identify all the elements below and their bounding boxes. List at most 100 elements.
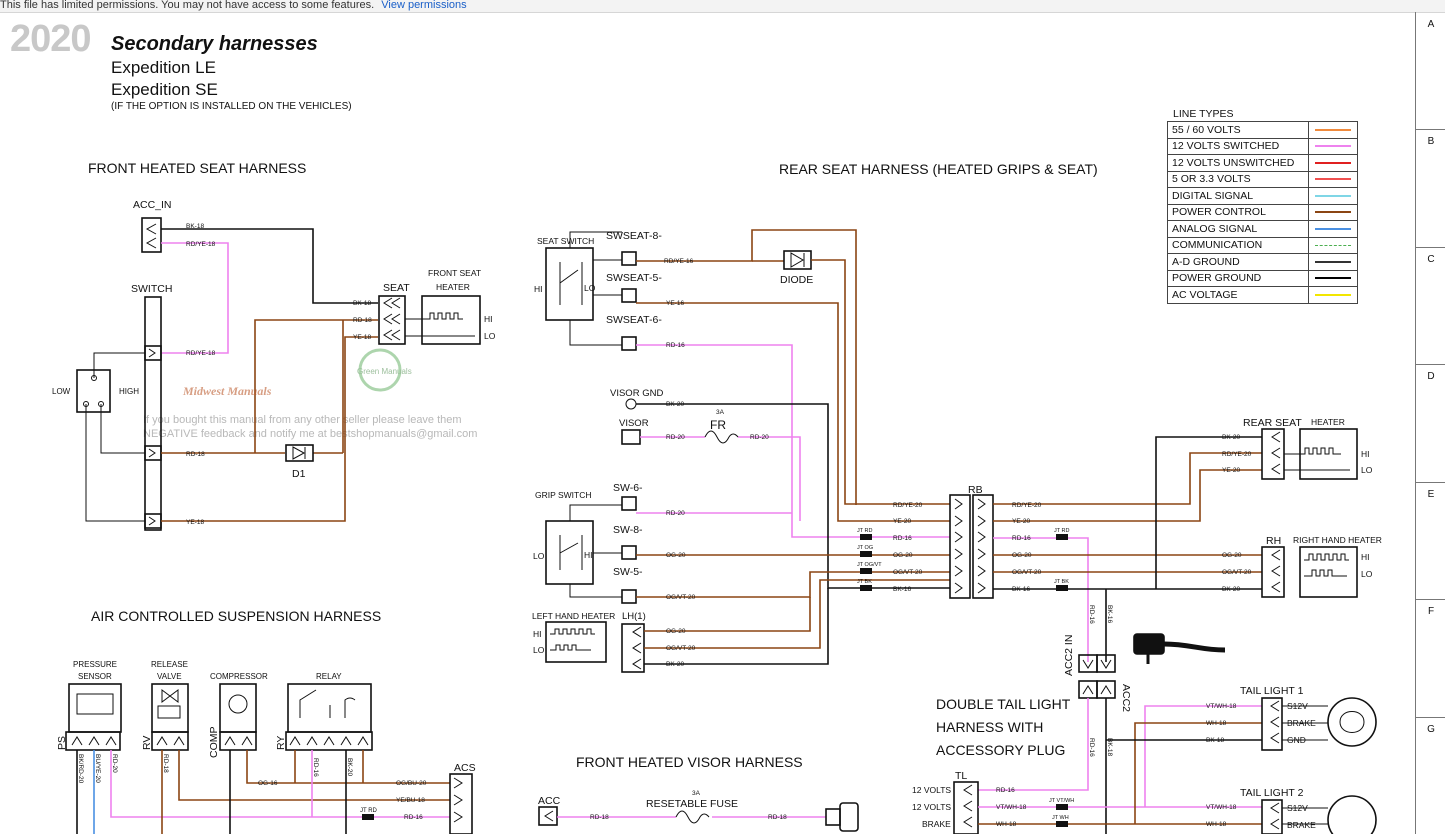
- wire-label-rd18-rv: RD-18: [162, 754, 169, 773]
- front-lo-label: LO: [484, 331, 496, 341]
- diode: [783, 250, 812, 270]
- rear-seat-label: REAR SEAT: [1243, 417, 1302, 429]
- tl1-brake: BRAKE: [1287, 718, 1316, 728]
- wire-label-bk20-rs: BK-20: [1222, 434, 1240, 441]
- rear-hi-label: HI: [1361, 449, 1370, 459]
- green-manuals-brand: Green Manuals: [357, 367, 412, 376]
- switch-label: SWITCH: [131, 283, 172, 295]
- diagram-labels: ACC_IN SWITCH LOW HIGH SEAT FRONT SEAT H…: [52, 199, 1382, 830]
- acc-connector: [538, 806, 558, 826]
- left-hand-heater-label: LEFT HAND HEATER: [532, 611, 615, 621]
- sw6-label: SW-6-: [613, 482, 643, 494]
- tl2-brake: BRAKE: [1287, 820, 1316, 830]
- wire-label-rd18-d1: RD-18: [186, 451, 205, 458]
- wire-label-jtwh: JT WH: [1052, 815, 1069, 821]
- wire-label-ogvt20-sw5: OG/VT-20: [666, 594, 696, 601]
- watermark-logos: Midwest Manuals Green Manuals: [182, 348, 412, 398]
- grid-row-divider: [1416, 599, 1445, 601]
- lh1-label: LH(1): [622, 611, 646, 622]
- wire-label-wh18-tl2: WH-18: [1206, 821, 1227, 828]
- wire-label-ogvt20-in: OG/VT-20: [893, 569, 923, 576]
- front-hi-label: HI: [484, 314, 493, 324]
- rear-heater-label: HEATER: [1311, 417, 1345, 427]
- wire-label-jtrd-in: JT RD: [857, 528, 873, 534]
- wire-label-vtwh18-tl2: VT/WH-18: [1206, 804, 1237, 811]
- grid-row-divider: [1416, 364, 1445, 366]
- wire-label-bk16-in: BK-16: [893, 586, 911, 593]
- wire-label-rd16-tl: RD-16: [996, 787, 1015, 794]
- wire-label-bk20-lh: BK-20: [666, 661, 684, 668]
- wire-label-jtrd-out: JT RD: [1054, 528, 1070, 534]
- wire-label-bk16-acc2: BK-16: [1106, 605, 1113, 623]
- swseat5-label: SWSEAT-5-: [606, 272, 662, 284]
- wire-label-yebu18: YE/BU-18: [396, 797, 425, 804]
- wire-label-bk16-out: BK-16: [1012, 586, 1030, 593]
- acc2-label: ACC2: [1120, 684, 1132, 712]
- diode-label: DIODE: [780, 274, 813, 286]
- sw5-label: SW-5-: [613, 566, 643, 578]
- wire-label-bkrd20: BK/RD-20: [77, 754, 84, 784]
- wire-label-rd16-acc2: RD-16: [1088, 605, 1095, 624]
- grid-row-letter: A: [1427, 19, 1435, 31]
- wire-label-rdye16: RD/YE-16: [664, 258, 694, 265]
- visor-fuse-rating: 3A: [692, 790, 701, 797]
- wire-label-rd16-acs: RD-16: [404, 814, 423, 821]
- release-valve-label-2: VALVE: [157, 672, 182, 681]
- ry-label: RY: [275, 736, 287, 750]
- wire-label-og20-rh: OG-20: [1222, 552, 1242, 559]
- switch-body: [144, 296, 162, 531]
- low-label: LOW: [52, 387, 71, 396]
- high-label: HIGH: [119, 387, 139, 396]
- visor-gnd-label: VISOR GND: [610, 388, 663, 399]
- grid-row-letter: E: [1427, 488, 1435, 500]
- grip-switch-label: GRIP SWITCH: [535, 490, 592, 500]
- acc2-in-label: ACC2 IN: [1063, 635, 1075, 676]
- grip-switch-lo: LO: [533, 551, 545, 561]
- wire-label-bk18-tl1: BK-18: [1206, 737, 1224, 744]
- wire-label-jtogvt-in: JT OG/VT: [857, 562, 882, 568]
- wire-label-bk20-visor: BK-20: [666, 401, 684, 408]
- wire-label-ye18-seat: YE-18: [353, 334, 371, 341]
- sw8-label: SW-8-: [613, 524, 643, 536]
- grid-row-letter: G: [1427, 723, 1435, 735]
- wire-label-ogbu20: OG/BU-20: [396, 780, 427, 787]
- wire-label-rd20-visor: RD-20: [666, 434, 685, 441]
- wire-label-rdye20-in: RD/YE-20: [893, 502, 923, 509]
- tail-light-1-lamp: [1327, 697, 1377, 747]
- grid-row-letter: C: [1427, 253, 1435, 265]
- wire-label-bk20-rh: BK-20: [1222, 586, 1240, 593]
- tl-12v-2: 12 VOLTS: [912, 802, 951, 812]
- grid-row-letter: F: [1427, 606, 1435, 618]
- tl-brake: BRAKE: [922, 819, 951, 829]
- tl1-s12v: S12V: [1287, 701, 1308, 711]
- tl-label: TL: [955, 770, 967, 782]
- swseat8-label: SWSEAT-8-: [606, 230, 662, 242]
- wire-label-rd18-seat: RD-18: [353, 317, 372, 324]
- grid-row-divider: [1416, 129, 1445, 131]
- front-heated-seat-harness: [76, 217, 481, 531]
- wire-label-jtrd-acs: JT RD: [360, 808, 378, 814]
- wire-label-rdye18: RD/YE-18: [186, 241, 216, 248]
- wire-label-jtbk-out: JT BK: [1054, 579, 1069, 585]
- tl1-gnd: GND: [1287, 735, 1306, 745]
- acc-label: ACC: [538, 795, 561, 807]
- wire-label-rd16-in: RD-16: [893, 535, 912, 542]
- grid-reference-column: A B C D E F G: [1415, 12, 1445, 834]
- fr-fuse-rating: 3A: [716, 409, 725, 416]
- wire-label-rdye20-out: RD/YE-20: [1012, 502, 1042, 509]
- wire-label-wh18-tl1: WH-18: [1206, 720, 1227, 727]
- wire-label-og20-lh: OG-20: [666, 628, 686, 635]
- wire-label-bk18-acc2: BK-18: [1106, 738, 1113, 756]
- air-suspension-harness: [65, 683, 473, 834]
- pressure-sensor-label-2: SENSOR: [78, 672, 112, 681]
- wire-label-rd20-fr: RD-20: [750, 434, 769, 441]
- grip-switch-hi: HI: [584, 550, 593, 560]
- rear-lo-label: LO: [1361, 465, 1373, 475]
- pressure-sensor-label-1: PRESSURE: [73, 660, 117, 669]
- acc-in-connector: [141, 217, 162, 253]
- seat-switch-lo: LO: [584, 283, 596, 293]
- wire-label-ye20-out: YE-20: [1012, 518, 1030, 525]
- right-hand-heater-label: RIGHT HAND HEATER: [1293, 535, 1382, 545]
- wire-label-og20-sw8: OG-20: [666, 552, 686, 559]
- tail-light-2-label: TAIL LIGHT 2: [1240, 787, 1304, 799]
